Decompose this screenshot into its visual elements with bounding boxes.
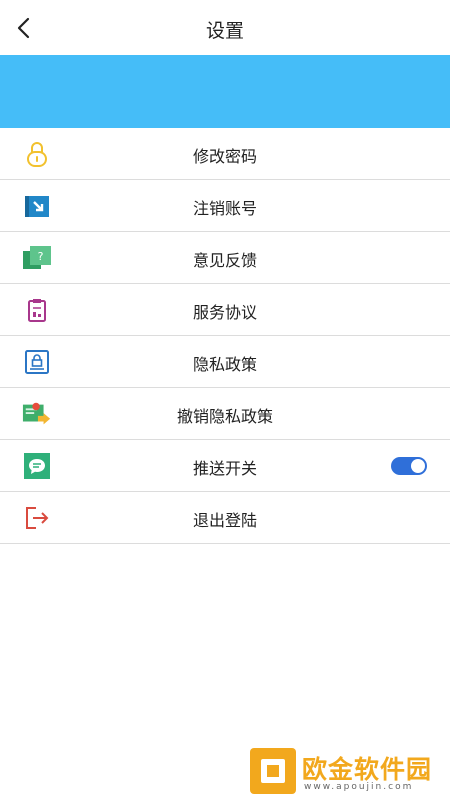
message-icon <box>22 451 52 481</box>
clipboard-icon <box>22 295 52 325</box>
feedback-icon: ? <box>22 243 52 273</box>
menu-item-push-toggle: 推送开关 <box>0 440 450 492</box>
menu-item-label: 退出登陆 <box>192 511 257 530</box>
menu-item-deactivate-account[interactable]: 注销账号 <box>0 180 450 232</box>
certificate-icon <box>22 399 52 429</box>
watermark: 欧金软件园 www.apoujin.com <box>250 748 446 796</box>
privacy-lock-icon <box>22 347 52 377</box>
deactivate-account-icon <box>22 191 52 221</box>
menu-item-revoke-privacy-policy[interactable]: 撤销隐私政策 <box>0 388 450 440</box>
menu-item-label: 隐私政策 <box>192 355 257 374</box>
lock-icon <box>22 139 52 169</box>
menu-item-privacy-policy[interactable]: 隐私政策 <box>0 336 450 388</box>
watermark-logo-icon <box>250 748 296 794</box>
watermark-text: 欧金软件园 <box>302 755 433 784</box>
banner <box>0 55 450 128</box>
menu-item-change-password[interactable]: 修改密码 <box>0 128 450 180</box>
menu-item-label: 注销账号 <box>192 199 257 218</box>
svg-text:?: ? <box>38 250 44 263</box>
menu-item-label: 撤销隐私政策 <box>176 407 273 426</box>
menu-item-service-agreement[interactable]: 服务协议 <box>0 284 450 336</box>
menu-item-label: 意见反馈 <box>192 251 257 270</box>
settings-list: 修改密码 注销账号 ? 意见反馈 服务协议 隐私政策 撤销隐私政策 推送开关 退… <box>0 128 450 544</box>
menu-item-label: 推送开关 <box>192 459 257 478</box>
menu-item-logout[interactable]: 退出登陆 <box>0 492 450 544</box>
toggle-knob <box>411 459 425 473</box>
menu-item-label: 服务协议 <box>192 303 257 322</box>
menu-item-label: 修改密码 <box>192 147 257 166</box>
watermark-url: www.apoujin.com <box>304 782 414 792</box>
page-title: 设置 <box>205 20 244 42</box>
logout-icon <box>22 503 52 533</box>
app-header: 设置 <box>0 0 450 56</box>
push-toggle-switch[interactable] <box>391 457 427 475</box>
menu-item-feedback[interactable]: ? 意见反馈 <box>0 232 450 284</box>
